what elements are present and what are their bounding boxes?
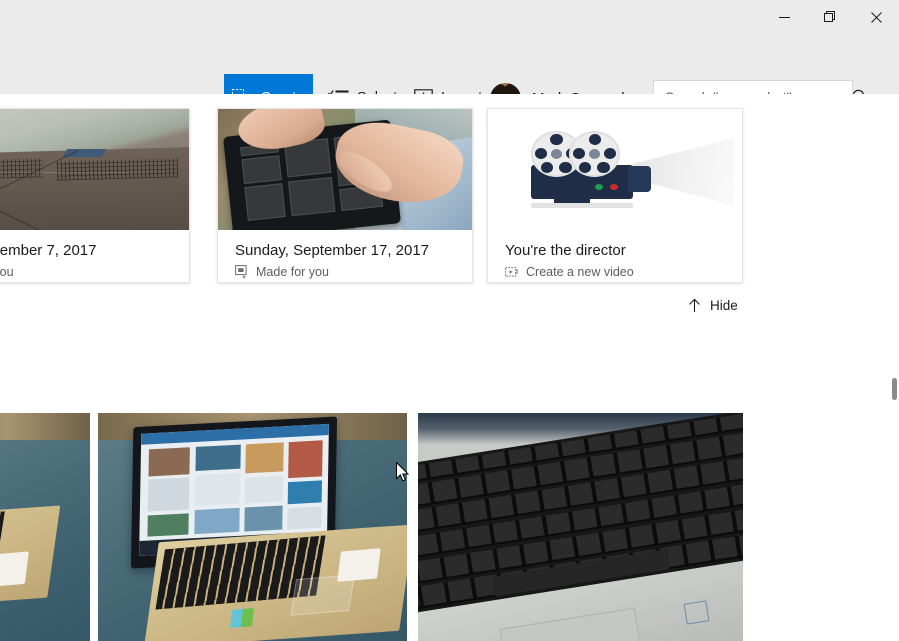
vertical-scrollbar[interactable] <box>883 94 899 641</box>
create-video-card[interactable]: You're the director Create a new video <box>487 108 743 283</box>
photo-tile[interactable] <box>98 413 407 641</box>
minimize-icon <box>778 12 790 23</box>
projector-green-light <box>594 184 603 191</box>
silver-laptop-keyboard-closeup-photo <box>418 413 743 641</box>
memory-card[interactable]: Sunday, September 17, 2017 Made for you <box>217 108 473 283</box>
memory-card-meta: Sunday, September 17, 2017 Made for you <box>218 230 472 279</box>
memory-card-title: sday, September 7, 2017 <box>0 242 97 259</box>
create-video-card-subtitle-row: Create a new video <box>505 265 725 279</box>
close-icon <box>870 11 882 23</box>
create-video-card-thumbnail <box>488 109 742 230</box>
create-video-card-subtitle: Create a new video <box>526 265 634 279</box>
laptop-underside-photo <box>0 109 189 230</box>
hide-row: Hide <box>0 290 899 330</box>
memory-card-thumbnail <box>218 109 472 230</box>
command-bar: Create Select <box>0 34 899 122</box>
title-bar <box>0 0 899 34</box>
memory-card-thumbnail <box>0 109 189 230</box>
restore-icon <box>824 11 836 23</box>
gold-laptop-open-on-teal-table-photo <box>98 413 407 641</box>
made-for-you-icon <box>235 265 249 279</box>
memory-card[interactable]: sday, September 7, 2017 ade for you <box>0 108 190 283</box>
film-reel-right <box>569 130 621 177</box>
photos-app-window: Create Select <box>0 0 899 641</box>
memory-card-title: Sunday, September 17, 2017 <box>235 242 430 259</box>
hands-on-tablet-photo <box>218 109 472 230</box>
hide-button[interactable]: Hide <box>680 290 746 320</box>
window-controls <box>761 0 899 34</box>
close-button[interactable] <box>853 0 899 34</box>
photo-tile[interactable] <box>0 413 90 641</box>
minimize-button[interactable] <box>761 0 807 34</box>
gold-laptop-on-teal-table-photo-partial <box>0 413 90 641</box>
memory-card-subtitle: ade for you <box>0 265 14 279</box>
movie-projector-illustration <box>488 109 742 230</box>
memory-card-subtitle-row: ade for you <box>0 265 172 279</box>
content-area: sday, September 7, 2017 ade for you <box>0 94 899 641</box>
chevron-up-icon <box>688 298 701 313</box>
hide-button-label: Hide <box>710 297 738 313</box>
photo-tile[interactable] <box>418 413 743 641</box>
maximize-button[interactable] <box>807 0 853 34</box>
photo-grid <box>0 413 899 641</box>
create-video-card-meta: You're the director Create a new video <box>488 230 742 279</box>
memory-card-subtitle-row: Made for you <box>235 265 455 279</box>
memory-card-meta: sday, September 7, 2017 ade for you <box>0 230 189 279</box>
scrollbar-thumb[interactable] <box>892 378 897 400</box>
new-video-icon <box>505 266 519 279</box>
create-video-card-title: You're the director <box>505 242 626 259</box>
memory-card-subtitle: Made for you <box>256 265 329 279</box>
